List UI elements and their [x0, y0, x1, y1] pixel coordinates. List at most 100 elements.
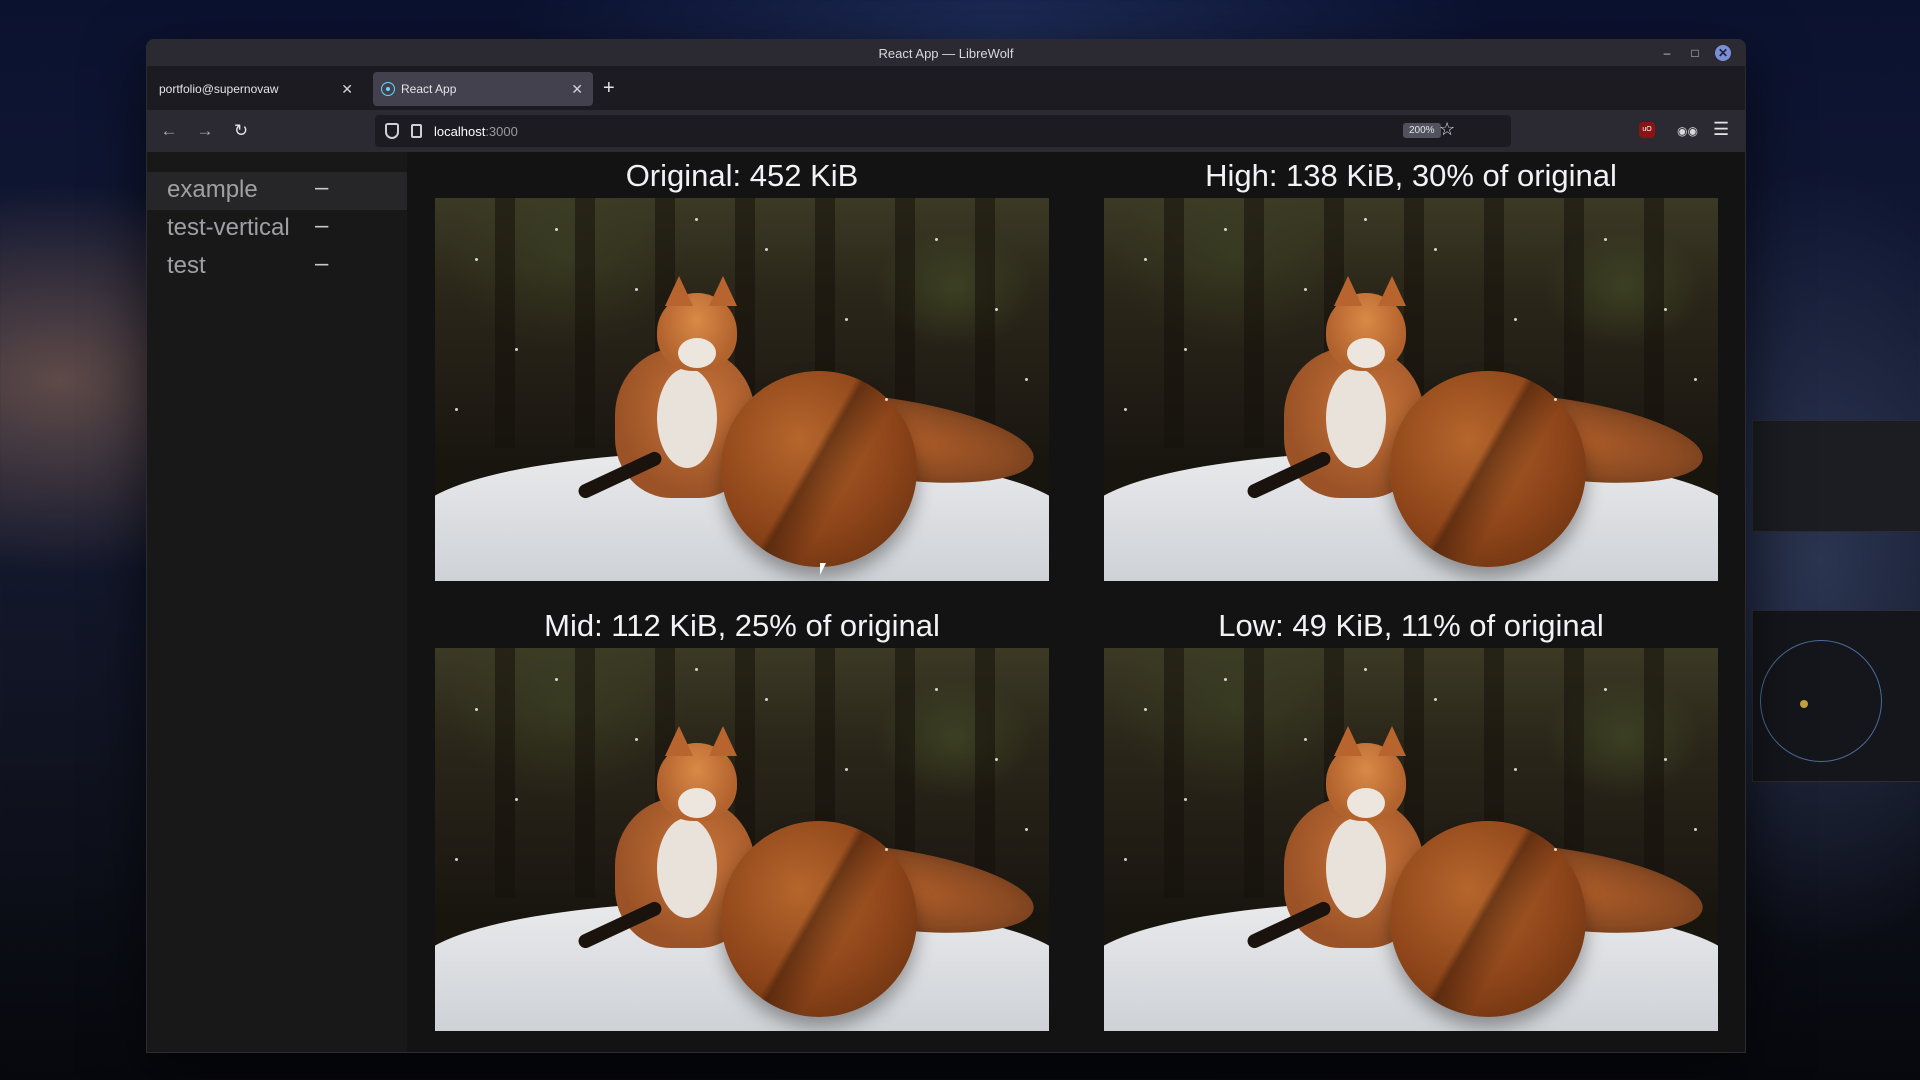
react-icon: [381, 82, 395, 96]
fox-right-ear: [1378, 276, 1406, 306]
zoom-badge[interactable]: 200%: [1403, 123, 1441, 138]
snowflake: [695, 218, 698, 221]
snowflake: [1224, 228, 1227, 231]
fox-image[interactable]: [435, 648, 1049, 1031]
browser-window: React App — LibreWolf – □ ✕ portfolio@su…: [146, 39, 1746, 1053]
sidebar-item-test-vertical[interactable]: test-vertical –: [147, 210, 407, 248]
fox-muzzle: [1347, 338, 1385, 368]
snowflake: [1434, 698, 1437, 701]
image-caption: Low: 49 KiB, 11% of original: [1218, 608, 1604, 643]
fox-right-ear: [709, 276, 737, 306]
fox-left-ear: [665, 276, 693, 306]
url-port: :3000: [485, 123, 518, 139]
tab-label: React App: [401, 82, 457, 96]
snowflake: [845, 768, 848, 771]
fox-left-ear: [1334, 276, 1362, 306]
minimize-icon[interactable]: –: [1659, 45, 1675, 61]
sidebar-item-label: example: [167, 176, 258, 203]
reload-icon[interactable]: ↻: [229, 119, 253, 143]
close-window-icon[interactable]: ✕: [1715, 45, 1731, 61]
snowflake: [1025, 828, 1028, 831]
snowflake: [885, 398, 888, 401]
snowflake: [845, 318, 848, 321]
snowflake: [1664, 308, 1667, 311]
snowflake: [1694, 378, 1697, 381]
fox-muzzle: [1347, 788, 1385, 818]
snowflake: [1304, 288, 1307, 291]
wallpaper-panel: [1752, 420, 1920, 532]
url-text[interactable]: localhost:3000: [434, 124, 518, 139]
tab-react-app[interactable]: React App ✕: [373, 72, 593, 106]
back-icon[interactable]: ←: [157, 119, 181, 143]
sidebar-item-label: test-vertical: [167, 214, 290, 241]
remove-button[interactable]: –: [315, 174, 328, 202]
remove-button[interactable]: –: [315, 250, 328, 278]
snowflake: [515, 798, 518, 801]
bookmark-star-icon[interactable]: ☆: [1439, 119, 1455, 140]
snowflake: [1184, 798, 1187, 801]
page-icon[interactable]: [411, 124, 422, 138]
sidebar-item-label: test: [167, 252, 206, 279]
maximize-icon[interactable]: □: [1687, 45, 1703, 61]
snowflake: [1144, 708, 1147, 711]
sidebar-item-example[interactable]: example –: [147, 172, 407, 210]
snowflake: [1604, 688, 1607, 691]
image-caption: High: 138 KiB, 30% of original: [1205, 158, 1617, 193]
tab-portfolio[interactable]: portfolio@supernovaw ✕: [151, 72, 363, 106]
url-host: localhost: [434, 123, 486, 139]
remove-button[interactable]: –: [315, 212, 328, 240]
snowflake: [455, 858, 458, 861]
new-tab-icon[interactable]: +: [603, 78, 615, 98]
snowflake: [1224, 678, 1227, 681]
snowflake: [1514, 768, 1517, 771]
snowflake: [555, 228, 558, 231]
snowflake: [1554, 398, 1557, 401]
fox-image[interactable]: [1104, 648, 1718, 1031]
snowflake: [995, 758, 998, 761]
snowflake: [1664, 758, 1667, 761]
fox-muzzle: [678, 788, 716, 818]
close-tab-icon[interactable]: ✕: [571, 81, 583, 98]
url-bar[interactable]: localhost:3000 200% ☆: [375, 115, 1511, 147]
snowflake: [885, 848, 888, 851]
fox-muzzle: [678, 338, 716, 368]
fox-chest: [1326, 818, 1386, 918]
ublock-icon[interactable]: uO: [1639, 122, 1655, 138]
menu-icon[interactable]: ☰: [1713, 119, 1729, 140]
image-caption: Original: 452 KiB: [625, 158, 859, 193]
wallpaper-glow: [1760, 640, 1882, 762]
snowflake: [1604, 238, 1607, 241]
tab-label: portfolio@supernovaw: [159, 82, 279, 96]
mouse-cursor-icon: [820, 563, 826, 575]
snowflake: [765, 248, 768, 251]
snowflake: [935, 238, 938, 241]
snowflake: [1554, 848, 1557, 851]
snowflake: [695, 668, 698, 671]
snowflake: [995, 308, 998, 311]
fox-chest: [657, 368, 717, 468]
fox-image[interactable]: [435, 198, 1049, 581]
title-bar: React App — LibreWolf – □ ✕: [147, 40, 1745, 66]
close-tab-icon[interactable]: ✕: [341, 81, 353, 98]
page-content: example – test-vertical – test – Origina…: [147, 152, 1745, 1052]
snowflake: [635, 288, 638, 291]
snowflake: [935, 688, 938, 691]
snowflake: [455, 408, 458, 411]
snowflake: [1364, 218, 1367, 221]
navigation-bar: ← → ↻ localhost:3000 200% ☆ uO ◉◉ ☰: [147, 110, 1745, 153]
fox-chest: [657, 818, 717, 918]
image-card-mid: Mid: 112 KiB, 25% of original: [435, 606, 1049, 1031]
fox-right-ear: [709, 726, 737, 756]
snowflake: [1025, 378, 1028, 381]
snowflake: [765, 698, 768, 701]
fox-image[interactable]: [1104, 198, 1718, 581]
fox-right-ear: [1378, 726, 1406, 756]
snowflake: [515, 348, 518, 351]
snowflake: [1144, 258, 1147, 261]
snowflake: [1304, 738, 1307, 741]
extension-glasses-icon[interactable]: ◉◉: [1677, 124, 1698, 138]
wallpaper-glow: [1800, 700, 1808, 708]
shield-icon[interactable]: [385, 123, 399, 139]
forward-icon[interactable]: →: [193, 119, 217, 143]
sidebar-item-test[interactable]: test –: [147, 248, 407, 286]
